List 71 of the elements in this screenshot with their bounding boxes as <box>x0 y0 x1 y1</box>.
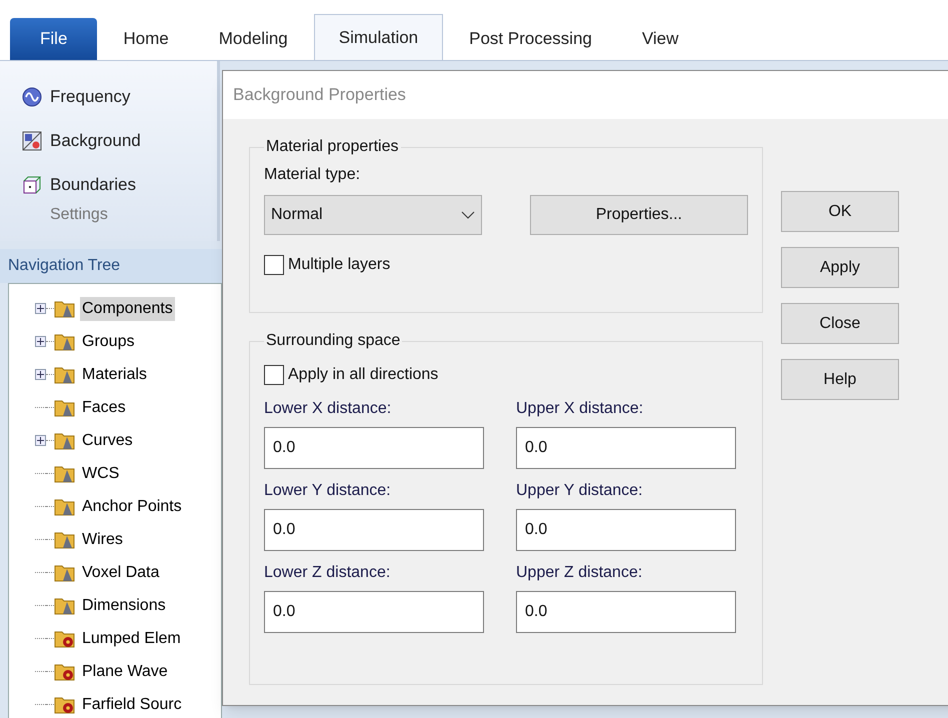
checkbox-label: Apply in all directions <box>288 365 438 385</box>
expand-icon[interactable] <box>35 369 46 380</box>
wave-icon <box>22 87 42 107</box>
distance-field[interactable]: 0.0 <box>264 509 484 551</box>
dialog-button[interactable]: Apply <box>781 247 899 288</box>
tree-item[interactable]: Wires <box>80 528 125 552</box>
chevron-down-icon <box>461 211 475 219</box>
dialog-button[interactable]: Close <box>781 303 899 344</box>
ribbon-tab[interactable]: Home <box>99 18 193 60</box>
folder-icon <box>54 496 76 516</box>
tree-item[interactable]: Farfield Sourc <box>80 692 184 716</box>
tree-item[interactable]: WCS <box>80 462 122 486</box>
dialog-title: Background Properties <box>223 71 948 119</box>
field-label: Upper Y distance: <box>516 481 644 501</box>
group-title: Material properties <box>265 137 400 157</box>
field-label: Upper Z distance: <box>516 563 644 583</box>
tree-item[interactable]: Anchor Points <box>80 494 184 518</box>
folder-gear-icon <box>54 628 76 648</box>
folder-icon <box>54 530 76 550</box>
field-label: Material type: <box>264 165 362 185</box>
ribbon-tab[interactable]: Post Processing <box>445 18 616 60</box>
folder-gear-icon <box>54 662 76 682</box>
panel-header: Navigation Tree <box>0 249 222 283</box>
dialog-button[interactable]: Help <box>781 359 899 400</box>
tree-item[interactable]: Materials <box>80 362 149 386</box>
folder-icon <box>54 562 76 582</box>
tree-item[interactable]: Dimensions <box>80 594 168 618</box>
checkbox-label: Multiple layers <box>288 255 390 275</box>
folder-icon <box>54 398 76 418</box>
distance-field[interactable]: 0.0 <box>516 591 736 633</box>
folder-icon <box>54 298 76 318</box>
ribbon-button[interactable]: Frequency <box>22 75 217 119</box>
checkbox[interactable] <box>264 365 284 385</box>
tree-item[interactable]: Lumped Elem <box>80 626 183 650</box>
folder-icon <box>54 464 76 484</box>
dialog-button[interactable]: OK <box>781 191 899 232</box>
tree-item[interactable]: Components <box>80 296 175 320</box>
cube-icon <box>22 175 42 195</box>
tree-item[interactable]: Plane Wave <box>80 660 170 684</box>
distance-field[interactable]: 0.0 <box>516 427 736 469</box>
ribbon-button[interactable]: Background <box>22 119 217 163</box>
folder-icon <box>54 364 76 384</box>
field-label: Lower Z distance: <box>264 563 392 583</box>
group-title: Surrounding space <box>265 331 402 351</box>
folder-icon <box>54 596 76 616</box>
tree-item[interactable]: Voxel Data <box>80 560 162 584</box>
distance-field[interactable]: 0.0 <box>264 427 484 469</box>
ribbon-tab[interactable]: View <box>618 18 703 60</box>
tree-item[interactable]: Faces <box>80 396 128 420</box>
ribbon-tab[interactable]: Modeling <box>194 18 312 60</box>
distance-field[interactable]: 0.0 <box>264 591 484 633</box>
file-menu-button[interactable]: File <box>10 18 98 60</box>
tree-item[interactable]: Groups <box>80 330 136 354</box>
distance-field[interactable]: 0.0 <box>516 509 736 551</box>
ribbon-button[interactable]: Boundaries <box>22 163 217 207</box>
folder-gear-icon <box>54 694 76 714</box>
tree-item[interactable]: Curves <box>80 428 135 452</box>
background-icon <box>22 131 42 151</box>
material-dropdown[interactable]: Normal <box>264 195 482 235</box>
expand-icon[interactable] <box>35 435 46 446</box>
ribbon-tab[interactable]: Simulation <box>314 14 444 60</box>
folder-icon <box>54 332 76 352</box>
checkbox[interactable] <box>264 255 284 275</box>
expand-icon[interactable] <box>35 336 46 347</box>
field-label: Upper X distance: <box>516 399 644 419</box>
field-label: Lower X distance: <box>264 399 392 419</box>
field-label: Lower Y distance: <box>264 481 392 501</box>
group-caption: Settings <box>50 205 109 225</box>
expand-icon[interactable] <box>35 303 46 314</box>
folder-icon <box>54 430 76 450</box>
properties-button[interactable]: Properties... <box>530 195 748 235</box>
